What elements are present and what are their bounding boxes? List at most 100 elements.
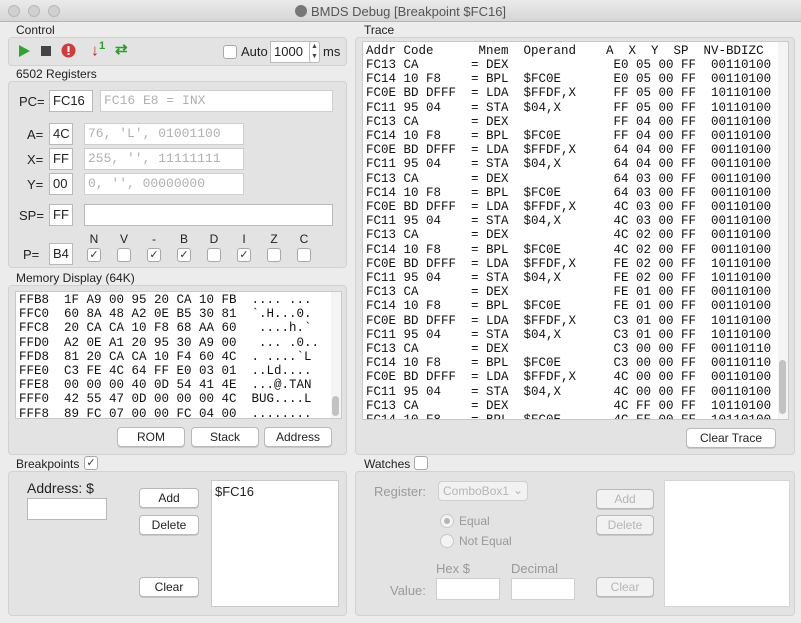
reset-icon[interactable]: [61, 43, 76, 58]
trace-line: FC14 10 F8 = BPL $FC0E 4C FF 00 FF 10110…: [366, 413, 771, 419]
clear-trace-button[interactable]: Clear Trace: [686, 428, 776, 448]
memory-scroll-thumb[interactable]: [332, 396, 339, 416]
title-bar: BMDS Debug [Breakpoint $FC16]: [0, 0, 801, 22]
address-button[interactable]: Address: [264, 427, 332, 447]
memory-line: FFB8 1F A9 00 95 20 CA 10 FB .... ...: [19, 293, 312, 307]
auto-label: Auto: [241, 44, 268, 59]
trace-line: FC13 CA = DEX 4C 02 00 FF 00110100: [366, 228, 772, 243]
flag-label-6: Z: [270, 232, 278, 246]
stack-button[interactable]: Stack: [191, 427, 259, 447]
flag-label-7: C: [299, 232, 309, 246]
registers-title: 6502 Registers: [16, 67, 97, 81]
trace-line: FC0E BD DFFF = LDA $FFDF,X 64 04 00 FF 0…: [366, 143, 772, 158]
breakpoint-clear-button[interactable]: Clear: [139, 577, 199, 597]
flag-checkbox-4[interactable]: [207, 248, 221, 262]
window-title: BMDS Debug [Breakpoint $FC16]: [310, 4, 507, 19]
flag-checkbox-2[interactable]: ✓: [147, 248, 161, 262]
flag-checkbox-6[interactable]: [267, 248, 281, 262]
trace-line: FC0E BD DFFF = LDA $FFDF,X C3 01 00 FF 1…: [366, 313, 772, 328]
trace-header: Addr Code Mnem Operand A X Y SP NV-BDIZC: [366, 44, 764, 58]
trace-line: FC11 95 04 = STA $04,X 4C 00 00 FF 00110…: [366, 384, 772, 399]
hex-label: Hex $: [436, 561, 470, 576]
trace-line: FC0E BD DFFF = LDA $FFDF,X 4C 00 00 FF 0…: [366, 370, 772, 385]
chevron-down-icon: ⌄: [512, 483, 523, 497]
register-label: Register:: [374, 484, 427, 499]
watch-hex-input[interactable]: [436, 578, 500, 600]
control-title: Control: [16, 23, 55, 37]
trace-line: FC13 CA = DEX 64 03 00 FF 00110100: [366, 171, 772, 186]
memory-dump: FFB8 1F A9 00 95 20 CA 10 FB .... ... FFC…: [19, 293, 319, 419]
trace-line: FC14 10 F8 = BPL $FC0E E0 05 00 FF 00110…: [366, 72, 772, 87]
flag-checkbox-5[interactable]: ✓: [237, 248, 251, 262]
run-icon[interactable]: [17, 44, 31, 58]
watch-delete-button[interactable]: Delete: [596, 515, 654, 535]
breakpoint-add-button[interactable]: Add: [139, 488, 199, 508]
flag-label-2: -: [152, 232, 156, 246]
trace-scroll-thumb[interactable]: [779, 360, 786, 414]
breakpoints-enabled-checkbox[interactable]: ✓: [84, 456, 98, 470]
breakpoints-panel: Address: $ Add Delete Clear $FC16: [8, 471, 347, 616]
watch-decimal-input[interactable]: [511, 578, 575, 600]
memory-view[interactable]: FFB8 1F A9 00 95 20 CA 10 FB .... ... FFC…: [15, 291, 342, 419]
app-icon: [294, 5, 307, 17]
memory-line: FFC8 20 CA CA 10 F8 68 AA 60 ....h.`: [19, 321, 312, 336]
status-flags: N ✓ V - ✓ B ✓ D I ✓ Z C: [9, 82, 348, 269]
breakpoint-list-item[interactable]: $FC16: [215, 484, 254, 499]
memory-line: FFE0 C3 FE 4C 64 FF E0 03 01 ..Ld....: [19, 364, 312, 379]
flag-label-3: B: [179, 232, 188, 246]
trace-line: FC14 10 F8 = BPL $FC0E FF 04 00 FF 00110…: [366, 129, 772, 144]
control-panel: ↓1 ⇄ Auto 1000 ▲ ▼ ms: [8, 37, 347, 66]
trace-title: Trace: [364, 23, 395, 37]
watch-add-button[interactable]: Add: [596, 489, 654, 509]
flag-checkbox-1[interactable]: [117, 248, 131, 262]
memory-line: FFE8 00 00 00 40 0D 54 41 4E ...@.TAN: [19, 378, 312, 393]
trace-panel: Addr Code Mnem Operand A X Y SP NV-BDIZC…: [355, 37, 795, 455]
watch-list[interactable]: [664, 480, 790, 607]
auto-checkbox[interactable]: [223, 45, 237, 59]
rom-button[interactable]: ROM: [117, 427, 185, 447]
stop-icon[interactable]: [41, 46, 51, 56]
registers-panel: PC= FC16 FC16 E8 = INX A= 4C 76, 'L', 01…: [8, 81, 347, 268]
ms-label: ms: [323, 44, 341, 59]
step-over-icon[interactable]: ⇄: [115, 40, 128, 58]
trace-line: FC0E BD DFFF = LDA $FFDF,X FF 05 00 FF 1…: [366, 86, 772, 101]
trace-lines: FC13 CA = DEX E0 05 00 FF 00110100 FC14 1…: [366, 58, 772, 419]
trace-line: FC11 95 04 = STA $04,X 64 04 00 FF 00110…: [366, 157, 772, 172]
equal-label: Equal: [459, 514, 490, 528]
memory-scrollbar[interactable]: [331, 292, 341, 418]
flag-checkbox-3[interactable]: ✓: [177, 248, 191, 262]
watch-clear-button[interactable]: Clear: [596, 577, 654, 597]
trace-line: FC13 CA = DEX FF 04 00 FF 00110100: [366, 114, 772, 129]
flag-label-1: V: [119, 232, 128, 246]
breakpoint-list[interactable]: $FC16: [211, 480, 339, 607]
flag-checkbox-0[interactable]: ✓: [87, 248, 101, 262]
trace-line: FC11 95 04 = STA $04,X FE 02 00 FF 10110…: [366, 271, 772, 286]
memory-line: FFD8 81 20 CA CA 10 F4 60 4C . ....`L: [19, 349, 312, 364]
flag-checkbox-7[interactable]: [297, 248, 311, 262]
memory-line: FFC0 60 8A 48 A2 0E B5 30 81 `.H...0.: [19, 307, 312, 322]
trace-line: FC11 95 04 = STA $04,X 4C 03 00 FF 00110…: [366, 214, 772, 229]
trace-line: FC14 10 F8 = BPL $FC0E 64 03 00 FF 00110…: [366, 185, 772, 200]
memory-title: Memory Display (64K): [16, 271, 135, 285]
memory-line: FFF8 89 FC 07 00 00 FC 04 00 ........: [19, 406, 312, 419]
step-into-icon[interactable]: ↓1: [91, 40, 105, 60]
value-label: Value:: [390, 583, 426, 598]
watches-title: Watches: [364, 457, 411, 471]
auto-interval-stepper[interactable]: ▲ ▼: [309, 41, 320, 63]
flag-label-4: D: [209, 232, 219, 246]
breakpoint-delete-button[interactable]: Delete: [139, 515, 199, 535]
trace-line: FC13 CA = DEX E0 05 00 FF 00110100: [366, 58, 772, 72]
trace-scrollbar[interactable]: [778, 42, 788, 419]
breakpoint-address-input[interactable]: [27, 498, 107, 520]
register-combobox[interactable]: ComboBox1 ⌄: [438, 481, 528, 501]
watches-panel: Register: ComboBox1 ⌄ Equal Not Equal Hex…: [355, 471, 795, 616]
memory-panel: FFB8 1F A9 00 95 20 CA 10 FB .... ... FFC…: [8, 285, 347, 455]
not-equal-label: Not Equal: [459, 534, 512, 548]
trace-line: FC11 95 04 = STA $04,X FF 05 00 FF 10110…: [366, 100, 772, 115]
flag-label-0: N: [89, 232, 99, 246]
memory-line: FFF0 42 55 47 0D 00 00 00 4C BUG....L: [19, 392, 312, 407]
equal-radio[interactable]: [440, 514, 454, 528]
not-equal-radio[interactable]: [440, 534, 454, 548]
watches-enabled-checkbox[interactable]: [414, 456, 428, 470]
trace-view[interactable]: Addr Code Mnem Operand A X Y SP NV-BDIZC…: [362, 41, 789, 420]
